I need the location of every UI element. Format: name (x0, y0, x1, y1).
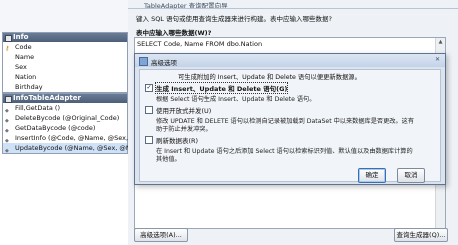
advanced-options-button[interactable]: 高级选项(A)... (134, 228, 188, 242)
close-icon[interactable]: ✕ (433, 56, 442, 64)
method-row[interactable]: ◆ GetDataBycode (@code) (3, 123, 127, 134)
table-adapter-header[interactable]: InfoTableAdapter (3, 94, 127, 103)
dialog-titlebar[interactable]: 高级选项 ✕ (135, 54, 445, 67)
table-icon (5, 35, 12, 42)
app-icon (139, 57, 148, 66)
option-description: 根据 Select 语句生成 Insert、Update 和 Delete 语句… (156, 96, 316, 103)
method-row[interactable]: ◆ InsertInfo (@Code, @Name, @Sex, @N (3, 133, 141, 144)
generate-statements-checkbox[interactable]: ✓ (145, 84, 153, 92)
column-row[interactable]: ⚷ Code (3, 42, 127, 52)
wizard-title: TableAdapter 查询配置向导 (144, 2, 228, 10)
option-description: 在 Insert 和 Update 语句之后添加 Select 语句以检索标识列… (156, 148, 413, 155)
info-table-header[interactable]: Info (3, 33, 127, 42)
designer-top-area (0, 0, 128, 32)
adapter-icon (5, 96, 12, 103)
dataset-designer-panel: Info ⚷ Code Name Sex Nation Birthday Inf… (0, 0, 141, 245)
sql-label: 表中应输入哪些数据(W)? (136, 29, 212, 37)
optimistic-concurrency-label[interactable]: 使用开放式并发(U) (156, 105, 211, 115)
option-description: 助于防止并发冲突。 (156, 126, 212, 133)
wizard-divider (128, 8, 458, 9)
refresh-datatable-checkbox[interactable] (145, 136, 153, 144)
method-row[interactable]: ◆ UpdateBycode (@Name, @Sex, @Nati (3, 143, 139, 154)
wizard-instruction: 键入 SQL 语句或使用查询生成器来进行构建。表中应输入哪些数据? (136, 15, 332, 23)
method-row[interactable]: ◆ DeleteBycode (@Original_Code) (3, 113, 127, 124)
scroll-up-icon[interactable]: ▲ (436, 38, 445, 47)
info-table-box[interactable]: Info ⚷ Code Name Sex Nation Birthday (2, 32, 128, 93)
table-adapter-box[interactable]: InfoTableAdapter ◆ Fill,GetData () ◆ Del… (2, 93, 141, 154)
advanced-options-dialog: 高级选项 ✕ 可生成附加的 Insert、Update 和 Delete 语句以… (134, 53, 446, 185)
column-row[interactable]: Sex (3, 62, 127, 72)
column-row[interactable]: Name (3, 52, 127, 62)
column-row[interactable]: Birthday (3, 82, 127, 92)
dialog-title: 高级选项 (151, 59, 177, 67)
option-description: 其他值。 (156, 156, 181, 163)
optimistic-concurrency-checkbox[interactable] (145, 106, 153, 114)
cancel-button[interactable]: 取消 (397, 168, 425, 183)
query-builder-button[interactable]: 查询生成器(Q)... (394, 228, 448, 242)
sql-text: SELECT Code, Name FROM dbo.Nation (137, 40, 263, 48)
refresh-datatable-label[interactable]: 刷新数据表(R) (156, 135, 198, 145)
table-adapter-title: InfoTableAdapter (13, 94, 81, 102)
info-table-title: Info (13, 33, 29, 41)
generate-statements-label[interactable]: 生成 Insert、Update 和 Delete 语句(G) (154, 82, 289, 94)
dialog-description: 可生成附加的 Insert、Update 和 Delete 语句以便更新数据源。 (178, 74, 361, 81)
dialog-body: 可生成附加的 Insert、Update 和 Delete 语句以便更新数据源。… (139, 69, 441, 182)
column-row[interactable]: Nation (3, 72, 127, 82)
method-row[interactable]: ◆ Fill,GetData () (3, 103, 127, 114)
ok-button[interactable]: 确定 (358, 168, 386, 183)
sql-method-icon: ◆ (5, 148, 9, 154)
